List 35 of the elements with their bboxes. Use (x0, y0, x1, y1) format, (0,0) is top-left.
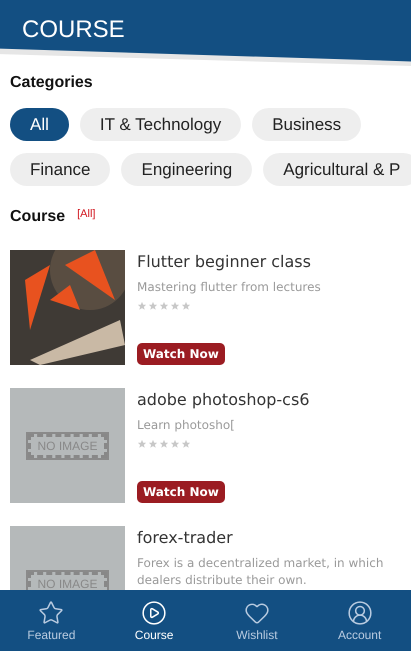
course-title[interactable]: adobe photoshop-cs6 (137, 390, 401, 409)
section-title: Categories (10, 74, 94, 92)
star-icon (159, 439, 169, 449)
nav-tab[interactable]: Featured (0, 590, 103, 651)
filter-link[interactable]: [All] (77, 208, 96, 220)
watch-now-button[interactable]: Watch Now (137, 481, 225, 503)
star-icon (137, 301, 147, 311)
course-title[interactable]: forex-trader (137, 528, 401, 547)
nav-tab[interactable]: Course (102, 590, 206, 651)
star-icon (148, 301, 158, 311)
star-icon (170, 439, 180, 449)
nav-tab[interactable]: Account (308, 590, 411, 651)
star-icon (170, 301, 180, 311)
course-description: Forex is a decentralized market, in which dealers distribute their own. (137, 555, 384, 589)
category-chip[interactable]: Business (252, 108, 362, 141)
category-chip[interactable]: Finance (10, 153, 110, 186)
nav-tab[interactable]: Wishlist (206, 590, 308, 651)
course-description: Learn photosho[ (137, 417, 236, 434)
section-title: Course (10, 208, 66, 226)
course-description: Mastering flutter from lectures (137, 279, 322, 296)
page-title: COURSE (22, 16, 125, 44)
watch-now-button[interactable]: Watch Now (137, 343, 225, 365)
star-icon (137, 439, 147, 449)
account-icon (346, 600, 373, 626)
play-icon (141, 600, 168, 626)
star-icon (181, 301, 191, 311)
category-chip[interactable]: Engineering (121, 153, 252, 186)
category-chip[interactable]: Agricultural & P (263, 153, 411, 186)
star-icon (159, 301, 169, 311)
category-chip[interactable]: IT & Technology (80, 108, 242, 141)
course-title[interactable]: Flutter beginner class (137, 252, 401, 271)
category-chip[interactable]: All (10, 108, 69, 141)
star-icon (38, 600, 64, 626)
star-icon (181, 439, 191, 449)
star-icon (148, 439, 158, 449)
